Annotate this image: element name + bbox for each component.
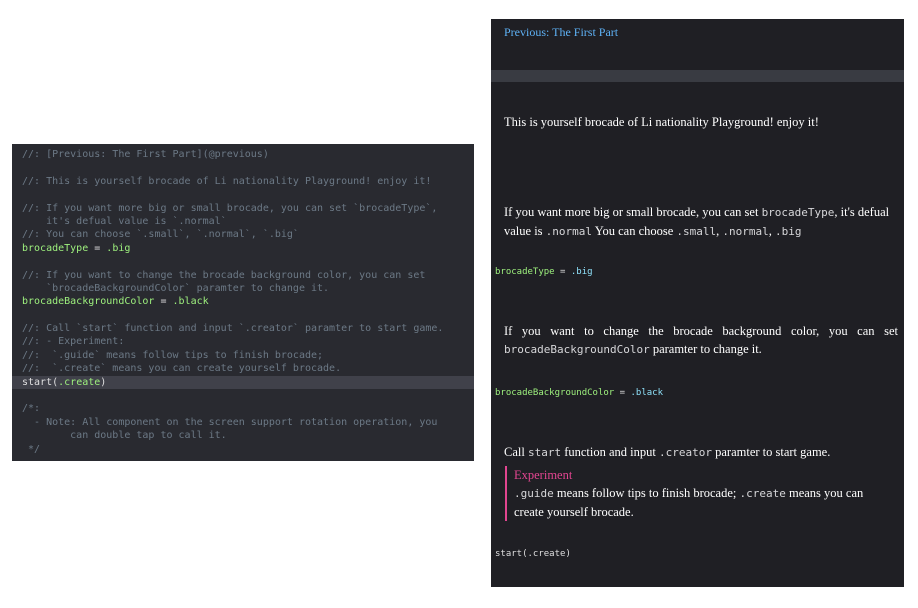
inline-code: start <box>527 446 562 459</box>
inline-code: .creator <box>659 446 712 459</box>
rendered-playground: Previous: The First Part This is yoursel… <box>491 19 904 587</box>
source-line[interactable]: */ <box>12 443 474 456</box>
inline-code: .normal <box>722 225 769 238</box>
source-line[interactable] <box>12 389 474 402</box>
source-line[interactable]: //: `.create` means you can create yours… <box>12 362 474 375</box>
previous-page-link[interactable]: Previous: The First Part <box>504 25 618 40</box>
source-line[interactable]: it's defual value is `.normal` <box>12 215 474 228</box>
source-line[interactable]: //: This is yourself brocade of Li natio… <box>12 175 474 188</box>
inline-code: .guide <box>514 487 554 500</box>
text: paramter to change it. <box>649 342 762 356</box>
code-value: .black <box>172 296 209 308</box>
separator-bar <box>491 70 904 82</box>
inline-code: .big <box>775 225 802 238</box>
inline-code: .small <box>676 225 717 238</box>
text: paramter to start game. <box>711 445 831 459</box>
code-function: start <box>22 376 53 388</box>
code-operator: = <box>614 388 631 398</box>
background-color-paragraph: If you want to change the brocade backgr… <box>504 322 898 359</box>
source-line[interactable]: //: If you want more big or small brocad… <box>12 202 474 215</box>
code-value: .big <box>106 242 131 254</box>
text: If you want more big or small brocade, y… <box>504 205 762 219</box>
source-line[interactable]: `brocadeBackgroundColor` paramter to cha… <box>12 282 474 295</box>
inline-code: brocadeBackgroundColor <box>504 343 650 356</box>
text: Call <box>504 445 528 459</box>
inline-code: .normal <box>545 225 593 238</box>
code-value: .create <box>58 376 101 388</box>
source-line[interactable]: - Note: All component on the screen supp… <box>12 416 474 429</box>
code-operator: = <box>554 267 571 277</box>
text: You can choose <box>592 224 677 238</box>
source-line[interactable]: //: - Experiment: <box>12 335 474 348</box>
source-editor[interactable]: //: [Previous: The First Part](@previous… <box>12 144 474 461</box>
source-line[interactable]: //: [Previous: The First Part](@previous… <box>12 148 474 161</box>
brocade-type-paragraph: If you want more big or small brocade, y… <box>504 203 898 241</box>
source-line[interactable]: can double tap to call it. <box>12 429 474 442</box>
inline-code: brocadeType <box>761 206 835 219</box>
code-operator: = <box>88 242 107 254</box>
experiment-callout: Experiment .guide means follow tips to f… <box>505 466 894 521</box>
code-punct: ) <box>100 376 107 388</box>
inline-code: .create <box>739 487 786 500</box>
code-variable: brocadeBackgroundColor <box>495 388 615 398</box>
source-line[interactable]: //: You can choose `.small`, `.normal`, … <box>12 228 474 241</box>
source-line[interactable]: start(.create) <box>12 375 474 390</box>
source-line[interactable]: //: If you want to change the brocade ba… <box>12 269 474 282</box>
start-paragraph: Call start function and input .creator p… <box>504 443 898 462</box>
text: means follow tips to finish brocade; <box>553 486 740 500</box>
code-variable: brocadeType <box>22 242 89 254</box>
source-line[interactable] <box>12 188 474 201</box>
source-line[interactable]: //: `.guide` means follow tips to finish… <box>12 349 474 362</box>
code-block-background-color[interactable]: brocadeBackgroundColor = .black <box>495 388 663 398</box>
experiment-title: Experiment <box>514 468 573 482</box>
code-operator: = <box>154 296 173 308</box>
text: function and input <box>561 445 659 459</box>
source-line[interactable] <box>12 161 474 174</box>
code-value: .big <box>570 267 593 277</box>
source-line[interactable]: /*: <box>12 402 474 415</box>
code-block-start[interactable]: start(.create) <box>495 549 571 559</box>
code-block-brocade-type[interactable]: brocadeType = .big <box>495 267 593 277</box>
text: If you want to change the brocade backgr… <box>504 324 898 338</box>
code-value: .black <box>630 388 663 398</box>
source-line[interactable] <box>12 255 474 268</box>
source-line[interactable] <box>12 309 474 322</box>
intro-paragraph: This is yourself brocade of Li nationali… <box>504 115 819 129</box>
code-variable: brocadeType <box>495 267 555 277</box>
source-line[interactable]: //: Call `start` function and input `.cr… <box>12 322 474 335</box>
source-line[interactable]: brocadeBackgroundColor = .black <box>12 295 474 308</box>
source-line[interactable]: brocadeType = .big <box>12 242 474 255</box>
experiment-body: .guide means follow tips to finish broca… <box>514 484 894 521</box>
code-variable: brocadeBackgroundColor <box>22 296 155 308</box>
